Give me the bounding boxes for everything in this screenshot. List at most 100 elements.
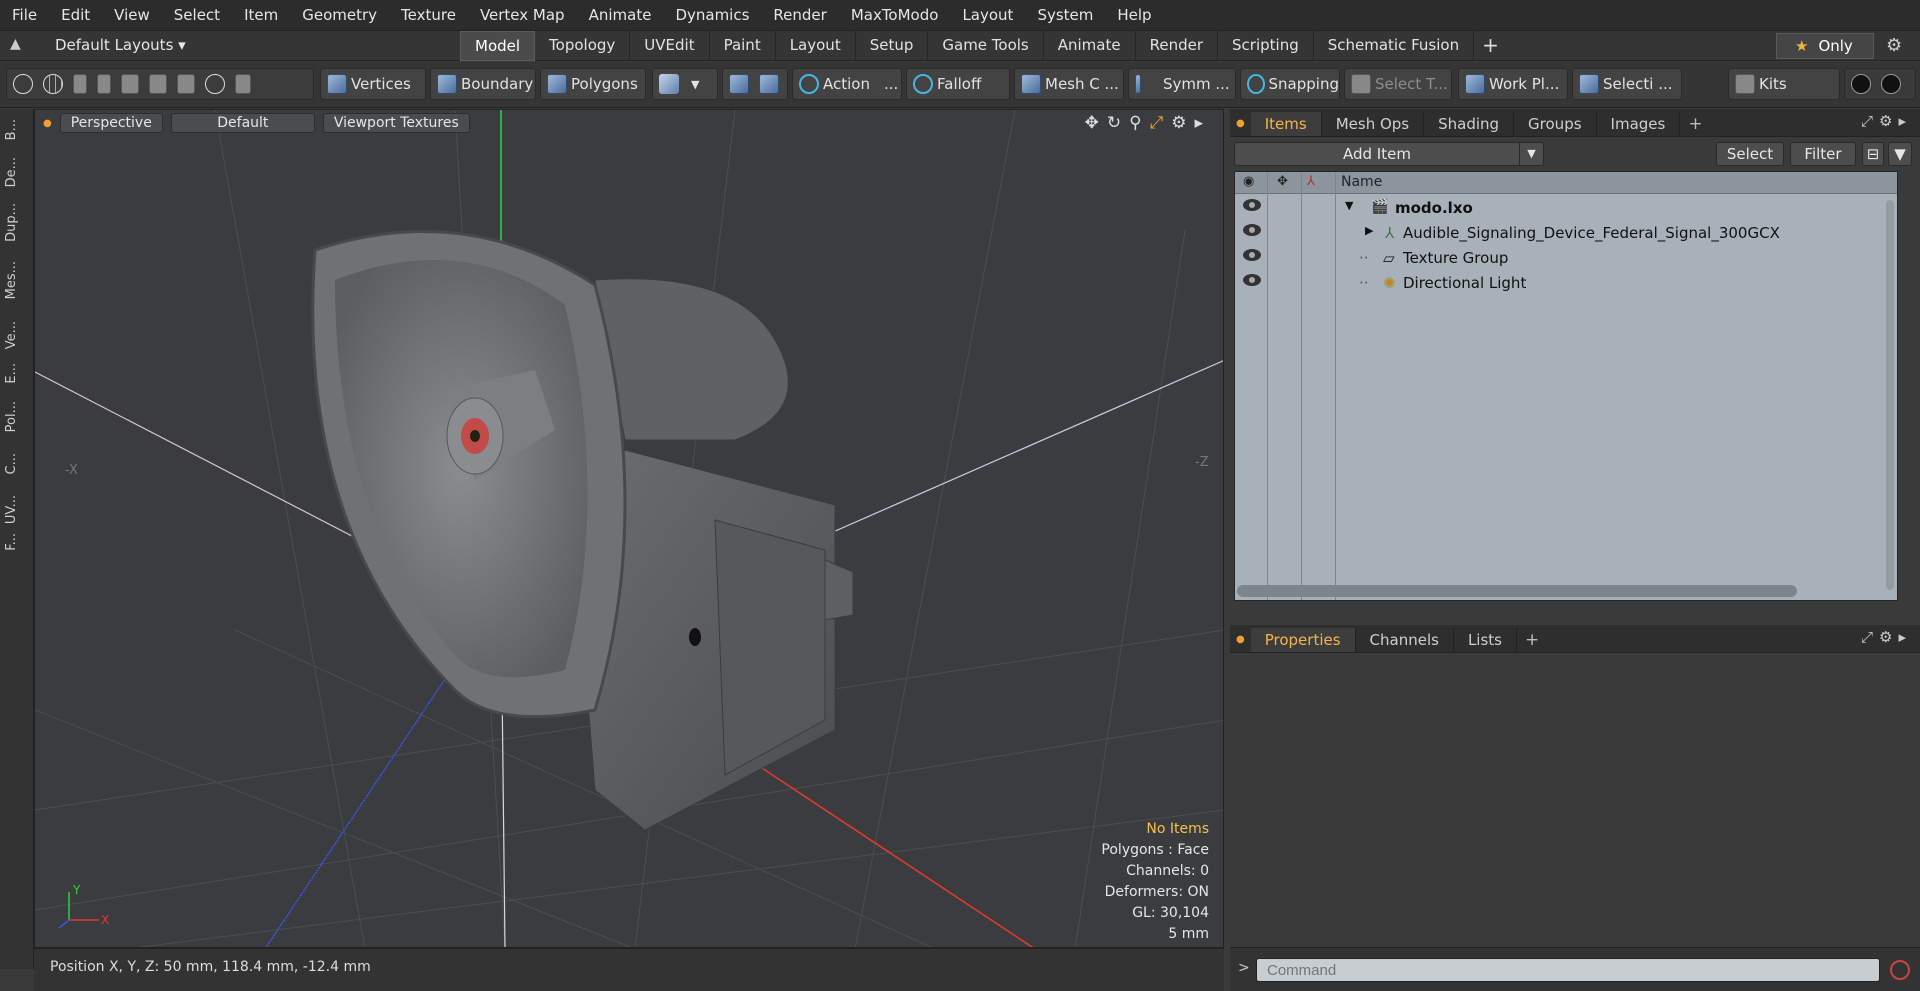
add-panel-tab-icon[interactable]: +: [1517, 628, 1547, 652]
tab-channels[interactable]: Channels: [1356, 628, 1454, 652]
3d-viewport[interactable]: -X -Z Y X ● Perspective Default Viewport…: [34, 109, 1224, 948]
menu-dynamics[interactable]: Dynamics: [663, 0, 761, 31]
grid-icon[interactable]: [149, 74, 167, 94]
item-mode-dropdown[interactable]: ▼: [652, 68, 718, 100]
tab-setup[interactable]: Setup: [856, 31, 929, 61]
boundary-button[interactable]: Boundary: [430, 68, 536, 100]
maximize-view-icon[interactable]: ⤢: [1150, 113, 1164, 133]
tab-items[interactable]: Items: [1250, 112, 1322, 136]
mesh-constraint-button[interactable]: Mesh C ...: [1014, 68, 1124, 100]
type-column-icon[interactable]: ⅄: [1307, 174, 1315, 189]
strip-tab-edge[interactable]: E...: [4, 363, 30, 384]
falloff-button[interactable]: Falloff: [906, 68, 1010, 100]
strip-tab-deform[interactable]: De...: [4, 157, 30, 187]
panel-menu-dot-icon[interactable]: ●: [1230, 112, 1251, 136]
add-panel-tab-icon[interactable]: +: [1680, 112, 1710, 136]
only-button[interactable]: ★ Only: [1776, 33, 1874, 59]
tab-layout[interactable]: Layout: [776, 31, 856, 61]
work-plane-button[interactable]: Work Pl...: [1458, 68, 1568, 100]
name-column-header[interactable]: Name: [1341, 174, 1382, 190]
add-item-button[interactable]: Add Item ▼: [1234, 142, 1544, 166]
tab-paint[interactable]: Paint: [710, 31, 776, 61]
unreal-icon[interactable]: [1881, 74, 1901, 94]
unity-icon[interactable]: [1851, 74, 1871, 94]
menu-select[interactable]: Select: [162, 0, 232, 31]
funnel-icon[interactable]: ▼: [1888, 142, 1912, 166]
add-tab-icon[interactable]: +: [1474, 31, 1507, 61]
tree-row-texture-group[interactable]: ·· ▱ Texture Group: [1235, 246, 1897, 271]
tree-row-mesh[interactable]: ▶ ⅄ Audible_Signaling_Device_Federal_Sig…: [1235, 221, 1897, 246]
symmetry-button[interactable]: Symm ...: [1128, 68, 1236, 100]
snapping-button[interactable]: Snapping: [1240, 68, 1340, 100]
menu-system[interactable]: System: [1025, 0, 1105, 31]
kits-button[interactable]: Kits: [1728, 68, 1840, 100]
strip-tab-mesh-edit[interactable]: Mes...: [4, 261, 30, 299]
tab-groups[interactable]: Groups: [1514, 112, 1597, 136]
tab-lists[interactable]: Lists: [1454, 628, 1517, 652]
collapse-icon[interactable]: ⊟: [1862, 142, 1884, 166]
zoom-icon[interactable]: ⚲: [1129, 113, 1141, 133]
menu-vertex-map[interactable]: Vertex Map: [468, 0, 577, 31]
panel-controls-icon[interactable]: ⤢⚙▸: [1861, 628, 1912, 646]
visibility-column-icon[interactable]: ◉: [1243, 174, 1254, 189]
tree-row-light[interactable]: ·· ✺ Directional Light: [1235, 271, 1897, 296]
frame-icon[interactable]: [177, 74, 195, 94]
tab-properties[interactable]: Properties: [1250, 628, 1356, 652]
viewport-textures-button[interactable]: Viewport Textures: [322, 113, 470, 133]
menu-edit[interactable]: Edit: [49, 0, 102, 31]
viewport-expand-icon[interactable]: ▸: [1194, 113, 1203, 133]
signaling-device-model[interactable]: [311, 230, 854, 831]
expand-arrow-icon[interactable]: ▼: [1345, 199, 1353, 212]
globe-icon[interactable]: [43, 74, 63, 94]
vertical-scrollbar[interactable]: [1886, 200, 1894, 590]
tab-scripting[interactable]: Scripting: [1218, 31, 1314, 61]
panel-menu-dot-icon[interactable]: ●: [1230, 628, 1251, 652]
command-input[interactable]: [1256, 958, 1880, 982]
strip-tab-curve[interactable]: C...: [4, 453, 30, 474]
select-button[interactable]: Select: [1716, 142, 1784, 166]
menu-file[interactable]: File: [0, 0, 49, 31]
move-view-icon[interactable]: ✥: [1085, 113, 1099, 133]
menu-geometry[interactable]: Geometry: [290, 0, 389, 31]
strip-tab-polygon[interactable]: Pol...: [4, 401, 30, 432]
tab-shading[interactable]: Shading: [1424, 112, 1515, 136]
action-button[interactable]: Action...: [792, 68, 902, 100]
circle-select-icon[interactable]: [13, 74, 33, 94]
tab-render[interactable]: Render: [1136, 31, 1219, 61]
default-layouts-dropdown[interactable]: Default Layouts ▾: [55, 36, 186, 54]
add-item-dropdown-icon[interactable]: ▼: [1519, 143, 1543, 165]
selection-sets-button[interactable]: Selecti ...: [1572, 68, 1682, 100]
tab-animate[interactable]: Animate: [1044, 31, 1136, 61]
filter-button[interactable]: Filter: [1790, 142, 1856, 166]
horizontal-scrollbar[interactable]: [1237, 585, 1797, 597]
symmetry-toggles[interactable]: [722, 68, 788, 100]
tab-mesh-ops[interactable]: Mesh Ops: [1322, 112, 1425, 136]
vertices-button[interactable]: Vertices: [320, 68, 426, 100]
viewport-menu-dot-icon[interactable]: ●: [43, 118, 52, 129]
viewport-gear-icon[interactable]: ⚙: [1171, 113, 1186, 133]
polygons-button[interactable]: Polygons: [540, 68, 646, 100]
brush-icon[interactable]: [97, 74, 111, 94]
tab-schematic-fusion[interactable]: Schematic Fusion: [1314, 31, 1475, 61]
menu-render[interactable]: Render: [761, 0, 838, 31]
loop-icon[interactable]: [121, 74, 139, 94]
pen-tool-icon[interactable]: [73, 74, 87, 94]
menu-view[interactable]: View: [102, 0, 162, 31]
record-macro-icon[interactable]: [1890, 960, 1910, 980]
tab-topology[interactable]: Topology: [535, 31, 631, 61]
menu-animate[interactable]: Animate: [577, 0, 664, 31]
visibility-eye-icon[interactable]: [1243, 274, 1261, 286]
visibility-eye-icon[interactable]: [1243, 199, 1261, 211]
tab-uvedit[interactable]: UVEdit: [630, 31, 710, 61]
half-circle-icon[interactable]: [205, 74, 225, 94]
menu-layout[interactable]: Layout: [950, 0, 1025, 31]
strip-tab-vertex[interactable]: Ve...: [4, 321, 30, 349]
strip-tab-basic[interactable]: B...: [4, 119, 30, 140]
command-arrow-icon[interactable]: >: [1238, 960, 1250, 976]
perspective-button[interactable]: Perspective: [59, 113, 163, 133]
tab-game-tools[interactable]: Game Tools: [928, 31, 1044, 61]
menu-texture[interactable]: Texture: [389, 0, 468, 31]
lock-column-icon[interactable]: ✥: [1277, 174, 1288, 189]
menu-maxtomodo[interactable]: MaxToModo: [839, 0, 951, 31]
strip-tab-uv[interactable]: UV...: [4, 495, 30, 524]
